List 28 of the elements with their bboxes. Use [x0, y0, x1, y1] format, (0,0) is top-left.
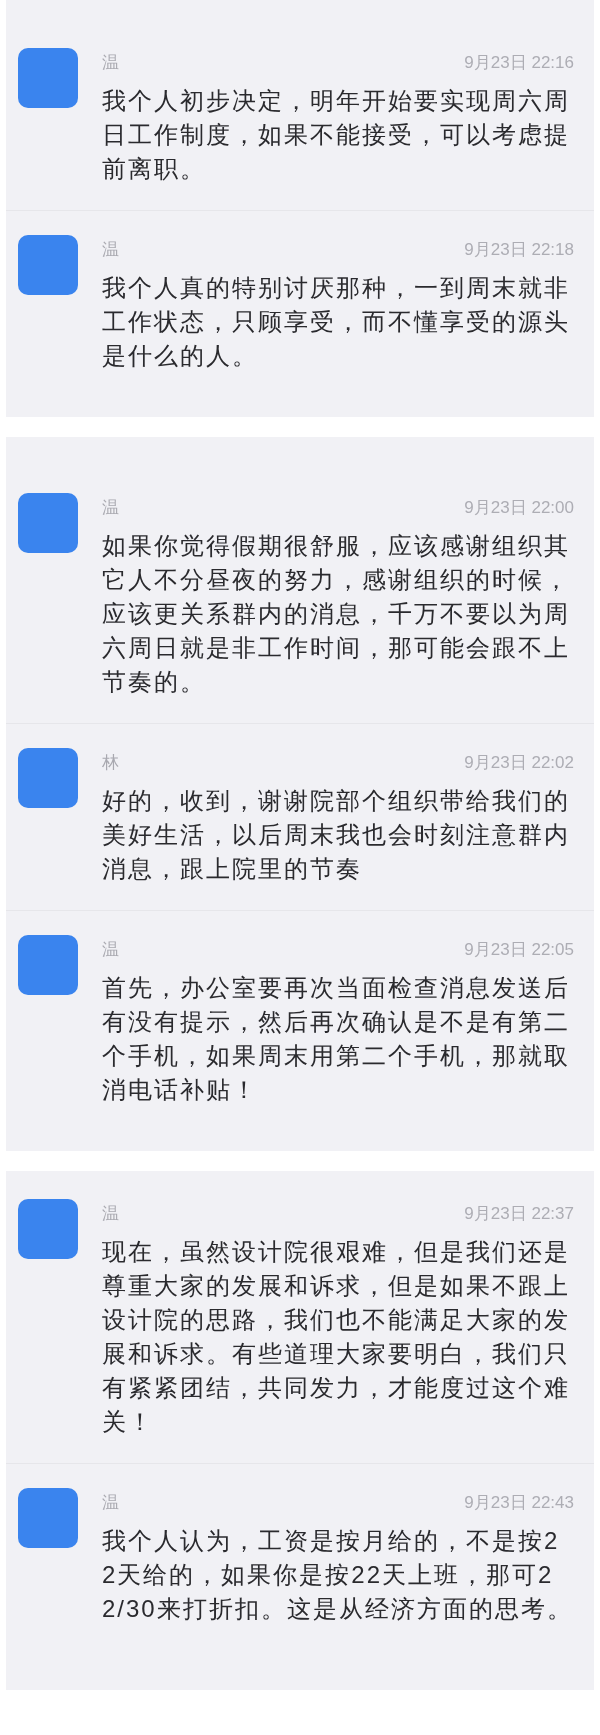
message-text: 现在，虽然设计院很艰难，但是我们还是尊重大家的发展和诉求，但是如果不跟上设计院的思路，我们也不能满足大家的发展和诉求。有些道理大家要明白，我们只有紧紧团结，共同发力，才能度过这个难关！ — [102, 1237, 571, 1437]
message-time: 9月23日 22:43 — [464, 1492, 574, 1515]
message-text: 我个人认为，工资是按月给的，不是按22天给的，如果你是按22天上班，那可22/30来打折扣。这是从经济方面的思考。 — [102, 1526, 574, 1624]
message-text: 我个人初步决定，明年开始要实现周六周日工作制度，如果不能接受，可以考虑提前离职。 — [102, 86, 571, 184]
message-time: 9月23日 22:05 — [464, 939, 574, 962]
sender-name: 温 — [102, 1203, 119, 1226]
sender-name: 温 — [102, 939, 119, 962]
sender-name: 林 — [102, 752, 119, 775]
avatar[interactable] — [18, 1488, 78, 1548]
message-time: 9月23日 22:18 — [464, 239, 574, 262]
message-time: 9月23日 22:00 — [464, 497, 574, 520]
message-text: 如果你觉得假期很舒服，应该感谢组织其它人不分昼夜的努力，感谢组织的时候，应该更关系群内的消息，千万不要以为周六周日就是非工作时间，那可能会跟不上节奏的。 — [102, 531, 571, 697]
message-text: 好的，收到，谢谢院部个组织带给我们的美好生活，以后周末我也会时刻注意群内消息，跟上院里的节奏 — [102, 786, 571, 884]
message-text: 首先，办公室要再次当面检查消息发送后有没有提示，然后再次确认是不是有第二个手机，如果周末用第二个手机，那就取消电话补贴！ — [102, 973, 571, 1105]
avatar[interactable] — [18, 48, 78, 108]
message-time: 9月23日 22:02 — [464, 752, 574, 775]
avatar[interactable] — [18, 1199, 78, 1259]
sender-name: 温 — [102, 497, 119, 520]
avatar[interactable] — [18, 235, 78, 295]
message-time: 9月23日 22:16 — [464, 52, 574, 75]
sender-name: 温 — [102, 239, 119, 262]
sender-name: 温 — [102, 1492, 119, 1515]
avatar[interactable] — [18, 493, 78, 553]
avatar[interactable] — [18, 748, 78, 808]
sender-name: 温 — [102, 52, 119, 75]
avatar[interactable] — [18, 935, 78, 995]
message-time: 9月23日 22:37 — [464, 1203, 574, 1226]
message-text: 我个人真的特别讨厌那种，一到周末就非工作状态，只顾享受，而不懂享受的源头是什么的人。 — [102, 273, 571, 371]
